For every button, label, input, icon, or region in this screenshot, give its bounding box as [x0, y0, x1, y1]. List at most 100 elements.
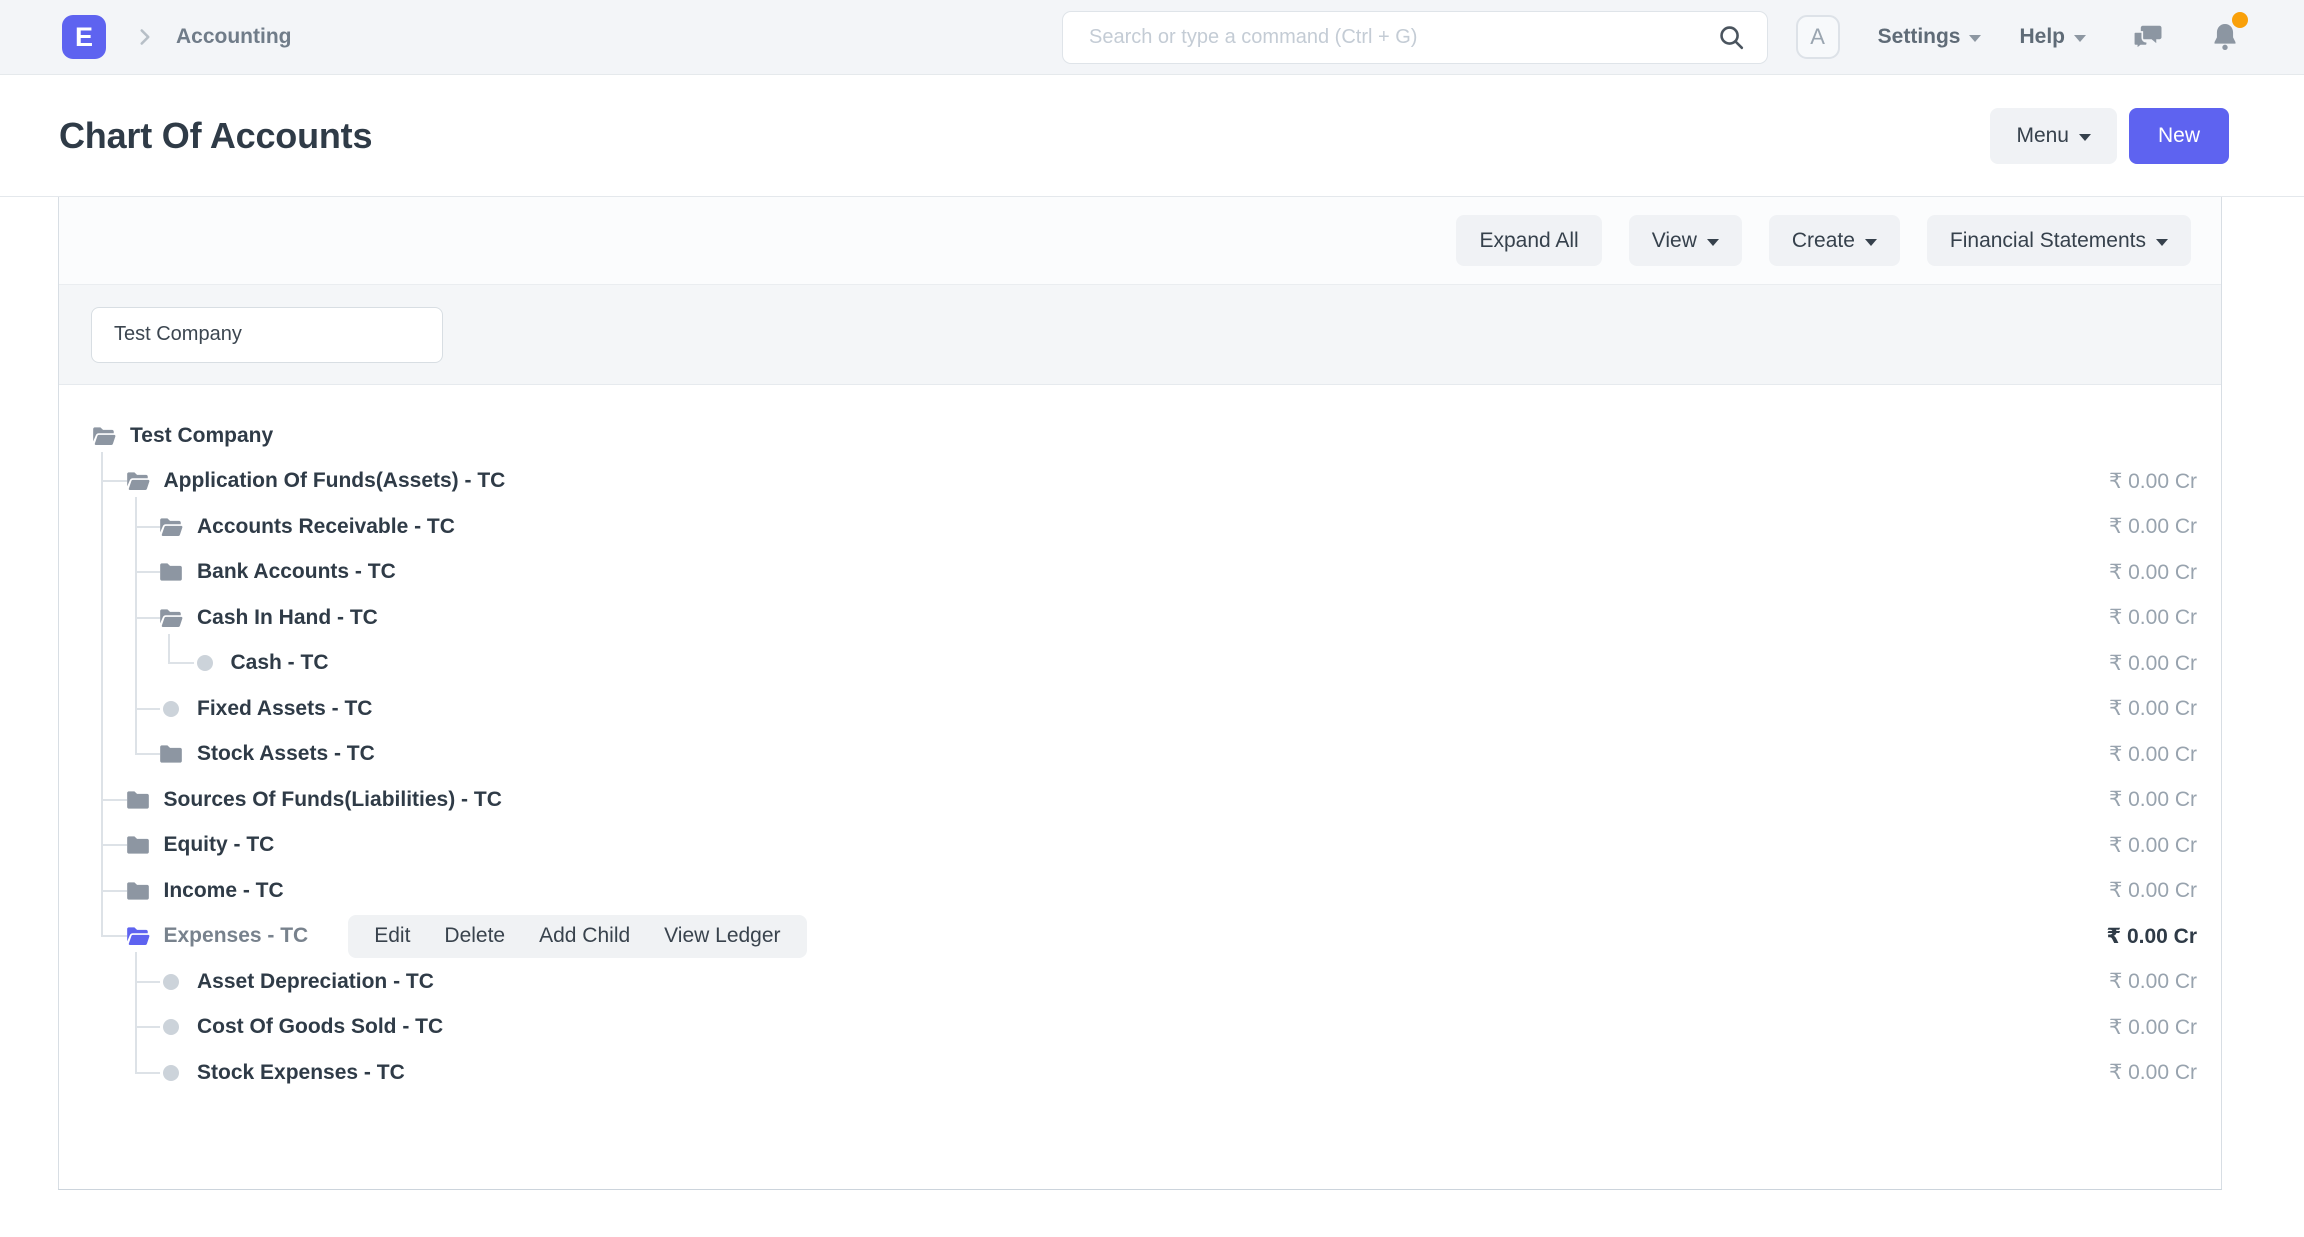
chat-bubbles-icon[interactable] — [2130, 19, 2166, 55]
account-label[interactable]: Stock Assets - TC — [197, 742, 375, 766]
folder-icon — [158, 559, 184, 585]
new-button[interactable]: New — [2129, 108, 2229, 164]
global-search — [1062, 11, 1768, 64]
account-balance: ₹ 0.00 Cr — [2109, 696, 2221, 721]
new-button-label: New — [2158, 124, 2200, 148]
navbar: E Accounting A Settings Help — [0, 0, 2304, 75]
tree-row[interactable]: Application Of Funds(Assets) - TC ₹ 0.00 … — [59, 459, 2221, 505]
accounts-tree: Test Company Application Of Funds(Assets)… — [59, 385, 2221, 1189]
tree-row[interactable]: Stock Expenses - TC₹ 0.00 Cr — [59, 1050, 2221, 1096]
menu-button[interactable]: Menu — [1990, 108, 2117, 164]
account-balance: ₹ 0.00 Cr — [2109, 469, 2221, 494]
account-balance: ₹ 0.00 Cr — [2109, 560, 2221, 585]
chevron-down-icon — [1865, 239, 1877, 246]
account-balance: ₹ 0.00 Cr — [2109, 787, 2221, 812]
view-ledger-action[interactable]: View Ledger — [664, 924, 780, 948]
account-label[interactable]: Income - TC — [164, 879, 284, 903]
account-label[interactable]: Application Of Funds(Assets) - TC — [164, 469, 506, 493]
logo-letter: E — [75, 22, 93, 53]
expand-all-label: Expand All — [1479, 229, 1578, 253]
tree-row[interactable]: Bank Accounts - TC ₹ 0.00 Cr — [59, 550, 2221, 596]
tree-row[interactable]: Accounts Receivable - TC ₹ 0.00 Cr — [59, 504, 2221, 550]
account-balance: ₹ 0.00 Cr — [2109, 605, 2221, 630]
create-button[interactable]: Create — [1769, 215, 1900, 266]
account-label[interactable]: Sources Of Funds(Liabilities) - TC — [164, 788, 502, 812]
settings-menu[interactable]: Settings — [1878, 25, 1982, 49]
account-label[interactable]: Expenses - TC — [164, 924, 309, 948]
tree-row[interactable]: Stock Assets - TC ₹ 0.00 Cr — [59, 732, 2221, 778]
account-balance: ₹ 0.00 Cr — [2109, 742, 2221, 767]
account-label[interactable]: Bank Accounts - TC — [197, 560, 396, 584]
folder-open-icon — [125, 468, 151, 494]
account-balance: ₹ 0.00 Cr — [2109, 878, 2221, 903]
folder-icon — [158, 741, 184, 767]
account-balance: ₹ 0.00 Cr — [2109, 514, 2221, 539]
account-label[interactable]: Asset Depreciation - TC — [197, 970, 434, 994]
avatar[interactable]: A — [1796, 15, 1840, 59]
chevron-down-icon — [2156, 239, 2168, 246]
account-label[interactable]: Fixed Assets - TC — [197, 697, 372, 721]
node-actions-toolbar: Edit Delete Add Child View Ledger — [348, 915, 806, 958]
chevron-down-icon — [1969, 35, 1981, 42]
chevron-down-icon — [2074, 35, 2086, 42]
folder-open-icon — [158, 514, 184, 540]
delete-action[interactable]: Delete — [444, 924, 505, 948]
expand-all-button[interactable]: Expand All — [1456, 215, 1601, 266]
page-actions: Menu New — [1990, 108, 2229, 164]
filter-section — [59, 285, 2221, 385]
chevron-down-icon — [2079, 134, 2091, 141]
chevron-down-icon — [1707, 239, 1719, 246]
search-icon[interactable] — [1716, 22, 1747, 53]
tree-row[interactable]: Cash - TC ₹ 0.00 Cr — [59, 641, 2221, 687]
account-balance: ₹ 0.00 Cr — [2109, 833, 2221, 858]
account-label[interactable]: Cost Of Goods Sold - TC — [197, 1015, 443, 1039]
folder-open-icon — [91, 423, 117, 449]
create-label: Create — [1792, 229, 1855, 253]
breadcrumb-accounting[interactable]: Accounting — [176, 25, 292, 49]
account-label[interactable]: Cash - TC — [231, 651, 329, 675]
folder-icon — [125, 878, 151, 904]
chevron-right-icon — [132, 24, 158, 50]
leaf-dot-icon — [158, 1014, 184, 1040]
add-child-action[interactable]: Add Child — [539, 924, 630, 948]
tree-row[interactable]: Cash In Hand - TC ₹ 0.00 Cr — [59, 595, 2221, 641]
tree-row[interactable]: Sources Of Funds(Liabilities) - TC ₹ 0.00… — [59, 777, 2221, 823]
search-input[interactable] — [1089, 26, 1716, 49]
menu-button-label: Menu — [2016, 124, 2069, 148]
financial-statements-button[interactable]: Financial Statements — [1927, 215, 2191, 266]
page-head: Chart Of Accounts Menu New — [0, 75, 2304, 197]
tree-row[interactable]: Income - TC ₹ 0.00 Cr — [59, 868, 2221, 914]
account-label[interactable]: Accounts Receivable - TC — [197, 515, 455, 539]
help-menu[interactable]: Help — [2019, 25, 2086, 49]
folder-icon — [125, 832, 151, 858]
financial-statements-label: Financial Statements — [1950, 229, 2146, 253]
account-balance: ₹ 0.00 Cr — [2107, 924, 2222, 949]
account-label[interactable]: Cash In Hand - TC — [197, 606, 378, 630]
tree-toolbar: Expand All View Create Financial Stateme… — [59, 197, 2221, 285]
page-title: Chart Of Accounts — [59, 115, 372, 157]
erpnext-app: E Accounting A Settings Help — [0, 0, 2304, 1237]
account-label[interactable]: Stock Expenses - TC — [197, 1061, 405, 1085]
leaf-dot-icon — [158, 969, 184, 995]
folder-icon — [125, 787, 151, 813]
tree-row[interactable]: Asset Depreciation - TC₹ 0.00 Cr — [59, 959, 2221, 1005]
avatar-letter: A — [1810, 24, 1825, 50]
erpnext-logo[interactable]: E — [62, 15, 106, 59]
company-filter-input[interactable] — [91, 307, 443, 363]
folder-open-icon — [125, 923, 151, 949]
account-balance: ₹ 0.00 Cr — [2109, 1015, 2221, 1040]
tree-row[interactable]: Test Company — [59, 413, 2221, 459]
view-button[interactable]: View — [1629, 215, 1742, 266]
tree-row[interactable]: Expenses - TC Edit Delete Add Child View Led… — [59, 914, 2221, 960]
help-label: Help — [2019, 25, 2065, 49]
account-label[interactable]: Equity - TC — [164, 833, 275, 857]
tree-row[interactable]: Cost Of Goods Sold - TC ₹ 0.00 Cr — [59, 1005, 2221, 1051]
account-balance: ₹ 0.00 Cr — [2109, 651, 2221, 676]
account-label[interactable]: Test Company — [130, 424, 273, 448]
tree-row[interactable]: Fixed Assets - TC ₹ 0.00 Cr — [59, 686, 2221, 732]
bell-icon[interactable] — [2208, 20, 2242, 54]
edit-action[interactable]: Edit — [374, 924, 410, 948]
notification-dot — [2232, 12, 2248, 28]
tree-row[interactable]: Equity - TC ₹ 0.00 Cr — [59, 823, 2221, 869]
leaf-dot-icon — [158, 1060, 184, 1086]
